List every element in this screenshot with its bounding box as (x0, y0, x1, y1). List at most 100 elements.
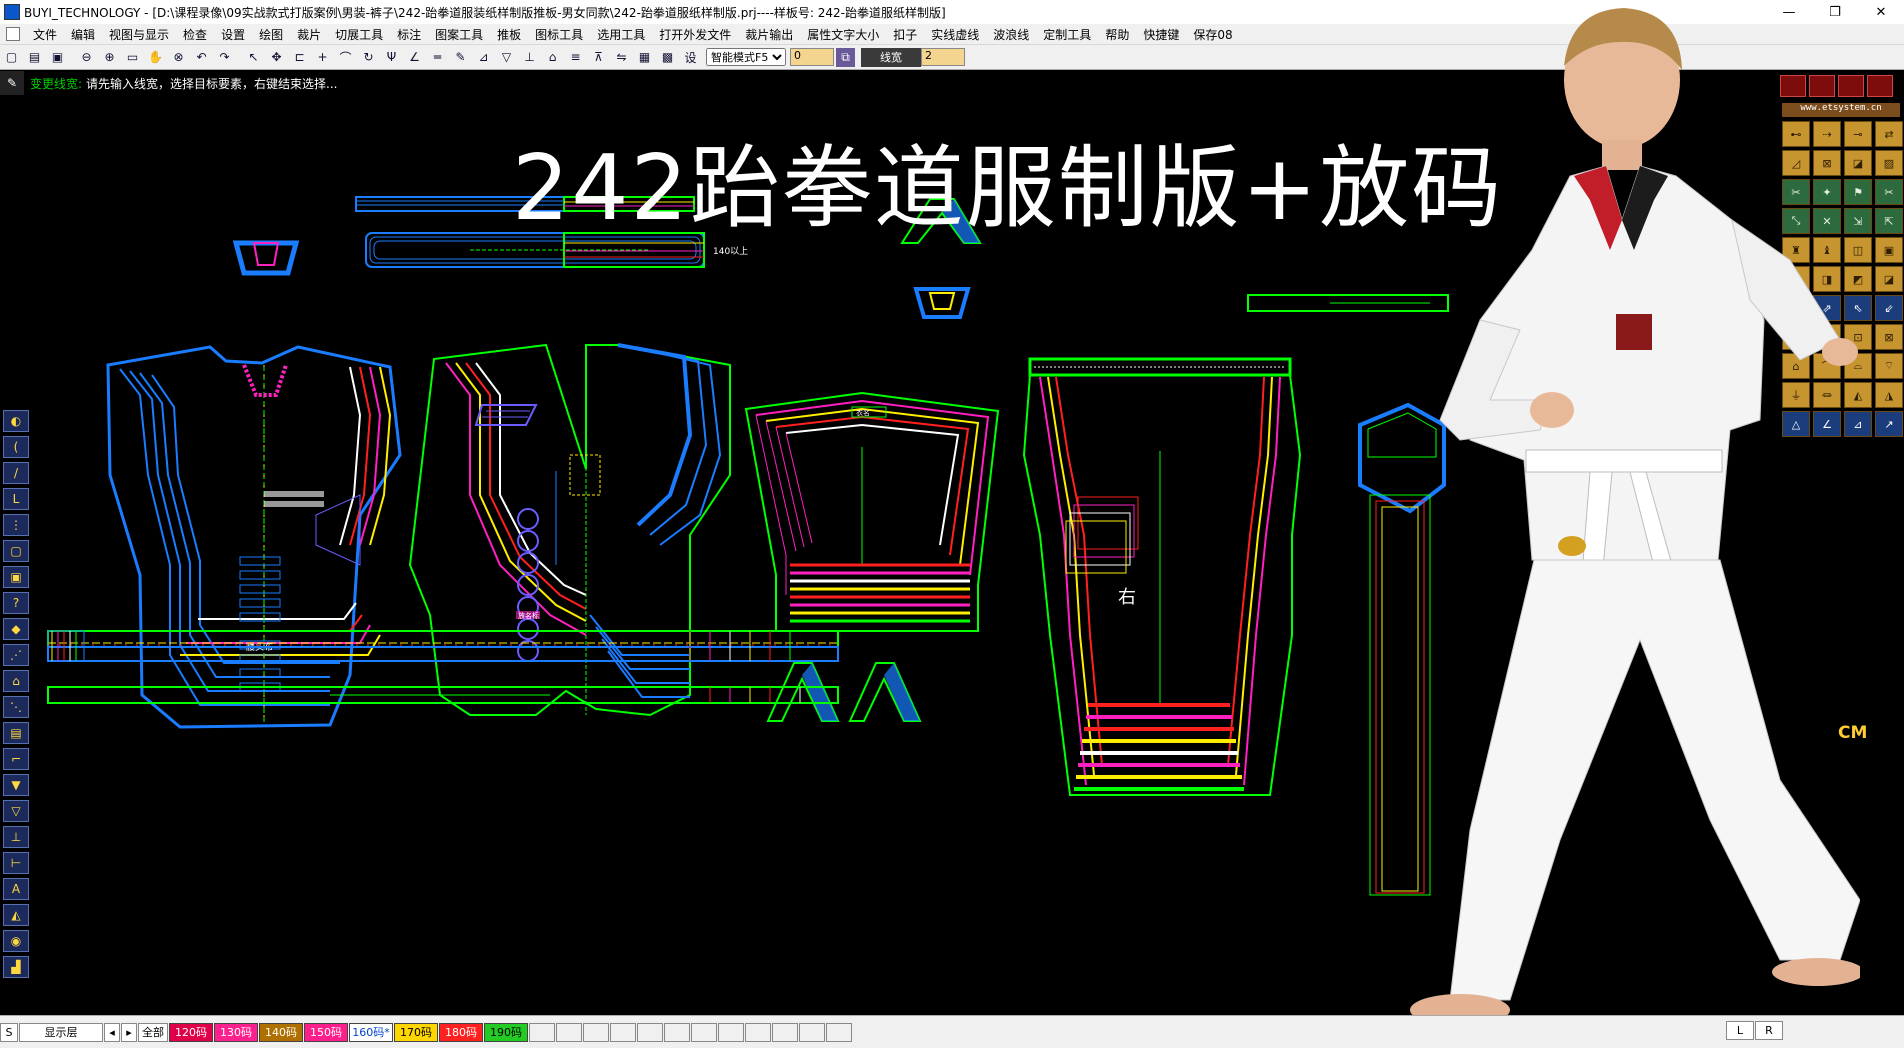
size-tab[interactable]: 150码 (304, 1022, 348, 1042)
empty-size-slot[interactable] (691, 1022, 717, 1042)
settings-button[interactable]: 设 (681, 48, 700, 67)
empty-size-slot[interactable] (799, 1022, 825, 1042)
piece-tool-icon[interactable]: ▟ (3, 956, 29, 978)
menu-pattern-tools[interactable]: 图案工具 (428, 26, 490, 43)
square-tool-icon[interactable]: ▣ (3, 566, 29, 588)
notch-icon[interactable]: ⊼ (589, 48, 608, 67)
grade-icon[interactable]: ≡ (566, 48, 585, 67)
mode-value-field[interactable]: 0 (790, 48, 834, 66)
empty-size-slot[interactable] (610, 1022, 636, 1042)
display-layer-dropdown[interactable]: 显示层 (19, 1022, 103, 1042)
document-icon[interactable] (6, 27, 20, 41)
menu-annotate[interactable]: 标注 (390, 26, 428, 43)
grade-tool-icon-8[interactable]: ⌔ (1875, 353, 1903, 379)
empty-size-slot[interactable] (529, 1022, 555, 1042)
layer-s-cell[interactable]: S (0, 1022, 18, 1042)
empty-size-slot[interactable] (745, 1022, 771, 1042)
cut-tool-icon-8[interactable]: ⇱ (1875, 208, 1903, 234)
new-file-icon[interactable]: ▢ (2, 48, 21, 67)
arrow-tool-icon-4[interactable]: ⇙ (1875, 295, 1903, 321)
arc-tool-icon[interactable]: ( (3, 436, 29, 458)
menu-grading[interactable]: 推板 (490, 26, 528, 43)
zoom-window-icon[interactable]: ⊗ (169, 48, 188, 67)
orange-triangle-icon[interactable]: ▽ (3, 800, 29, 822)
redo-icon[interactable]: ↷ (215, 48, 234, 67)
misc-tool-icon[interactable] (1867, 75, 1893, 97)
hanger-icon[interactable]: ⌂ (543, 48, 562, 67)
stair-tool-icon[interactable]: ⌐ (3, 748, 29, 770)
dart-icon[interactable]: ▽ (497, 48, 516, 67)
angle-icon[interactable]: ∠ (405, 48, 424, 67)
cut-tool-icon-4[interactable]: ✂ (1875, 179, 1903, 205)
align-icon[interactable]: ⊏ (290, 48, 309, 67)
screen-icon[interactable]: ▭ (123, 48, 142, 67)
linewidth-icon[interactable]: ⧉ (836, 47, 855, 67)
hanger-tool-icon[interactable]: ⌂ (3, 670, 29, 692)
menu-file[interactable]: 文件 (26, 26, 64, 43)
size-tab[interactable]: 190码 (484, 1022, 528, 1042)
marker-tool-icon[interactable]: ◭ (3, 904, 29, 926)
left-button[interactable]: L (1726, 1021, 1754, 1040)
ruler-icon[interactable]: ⊿ (474, 48, 493, 67)
pan-hand-icon[interactable]: ✋ (146, 48, 165, 67)
menu-help[interactable]: 帮助 (1098, 26, 1136, 43)
shape-tool-icon-4[interactable]: ▣ (1875, 237, 1903, 263)
size-tab[interactable]: 120码 (169, 1022, 213, 1042)
zoom-out-icon[interactable]: ⊖ (77, 48, 96, 67)
fold-tool-icon[interactable]: ⋰ (3, 644, 29, 666)
size-tab-base[interactable]: 160码* (349, 1022, 393, 1042)
measure-icon[interactable]: ⊥ (520, 48, 539, 67)
mirror-icon[interactable]: ⇋ (612, 48, 631, 67)
menu-settings[interactable]: 设置 (214, 26, 252, 43)
symmetry-icon[interactable]: Ψ (382, 48, 401, 67)
size-tab[interactable]: 140码 (259, 1022, 303, 1042)
menu-piece[interactable]: 裁片 (290, 26, 328, 43)
shape-tool-icon[interactable]: ◆ (3, 618, 29, 640)
open-folder-icon[interactable]: ▤ (25, 48, 44, 67)
menu-solid-dashed[interactable]: 实线虚线 (924, 26, 986, 43)
curve-tool-icon[interactable]: ◐ (3, 410, 29, 432)
menu-buttons[interactable]: 扣子 (886, 26, 924, 43)
menu-view[interactable]: 视图与显示 (102, 26, 176, 43)
size-tab[interactable]: 180码 (439, 1022, 483, 1042)
menu-edit[interactable]: 编辑 (64, 26, 102, 43)
pattern-tool-icon-4[interactable]: ⇄ (1875, 121, 1903, 147)
menu-save08[interactable]: 保存08 (1186, 26, 1239, 43)
empty-size-slot[interactable] (826, 1022, 852, 1042)
menu-piece-output[interactable]: 裁片输出 (738, 26, 800, 43)
menu-icon-tools[interactable]: 图标工具 (528, 26, 590, 43)
axis-tool-icon[interactable]: ⊢ (3, 852, 29, 874)
undo-icon[interactable]: ↶ (192, 48, 211, 67)
notch-tool-icon-4[interactable]: ◮ (1875, 382, 1903, 408)
menu-wave-line[interactable]: 波浪线 (986, 26, 1036, 43)
select-pointer-icon[interactable]: ↖ (244, 48, 263, 67)
right-button[interactable]: R (1755, 1021, 1783, 1040)
menu-draw[interactable]: 绘图 (252, 26, 290, 43)
scroll-right-button[interactable]: ▸ (121, 1022, 137, 1042)
ruler-tool-icon[interactable]: ⊥ (3, 826, 29, 848)
close-button[interactable]: ✕ (1858, 0, 1904, 24)
move-icon[interactable]: ✥ (267, 48, 286, 67)
mode-select[interactable]: 智能模式F5 (706, 48, 786, 66)
line-icon[interactable]: ═ (428, 48, 447, 67)
line-tool-icon[interactable]: / (3, 462, 29, 484)
text-tool-icon[interactable]: A (3, 878, 29, 900)
zoom-in-icon[interactable]: ⊕ (100, 48, 119, 67)
menu-check[interactable]: 检查 (176, 26, 214, 43)
triangle-down-icon[interactable]: ▼ (3, 774, 29, 796)
empty-size-slot[interactable] (637, 1022, 663, 1042)
shape-tool-icon-8[interactable]: ◪ (1875, 266, 1903, 292)
green-pen-icon[interactable]: ✎ (451, 48, 470, 67)
size-tab[interactable]: 170码 (394, 1022, 438, 1042)
corner-tool-icon[interactable]: L (3, 488, 29, 510)
menu-open-external[interactable]: 打开外发文件 (652, 26, 738, 43)
layout-icon[interactable]: ▦ (635, 48, 654, 67)
all-sizes-button[interactable]: 全部 (138, 1022, 168, 1042)
help-tool-icon[interactable]: ? (3, 592, 29, 614)
pattern-tool-icon-8[interactable]: ▨ (1875, 150, 1903, 176)
empty-size-slot[interactable] (583, 1022, 609, 1042)
scroll-left-button[interactable]: ◂ (104, 1022, 120, 1042)
trace-tool-icon[interactable]: ⋱ (3, 696, 29, 718)
save-icon[interactable]: ▣ (48, 48, 67, 67)
size-tab[interactable]: 130码 (214, 1022, 258, 1042)
